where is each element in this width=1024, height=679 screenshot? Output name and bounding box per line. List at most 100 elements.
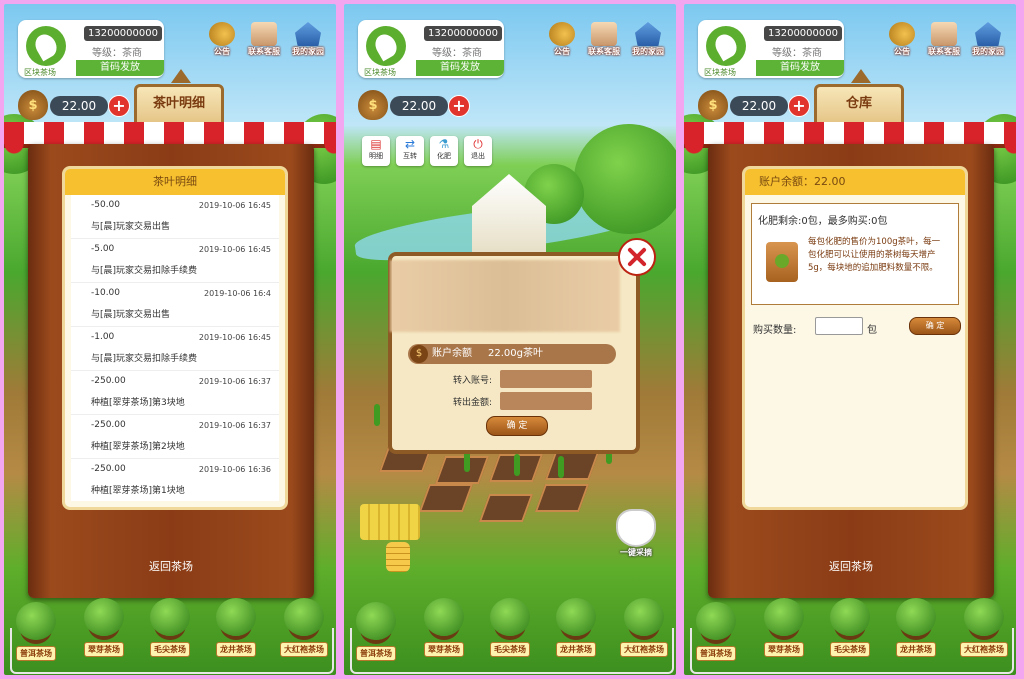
farm-maojian[interactable]: 毛尖茶场 <box>140 598 200 657</box>
tx-desc: 与[晨]玩家交易扣除手续费 <box>91 354 198 364</box>
add-balance-button[interactable]: + <box>448 95 470 117</box>
balance-value: 22.00 <box>730 96 788 116</box>
amount-input[interactable] <box>500 392 592 410</box>
logo-text: 区块茶场 <box>24 68 56 77</box>
tree-icon <box>284 598 324 636</box>
list-item: -250.00 2019-10-06 16:37 种植[翠芽茶场]第3块地 <box>71 371 279 415</box>
farm-plot[interactable] <box>534 484 590 512</box>
fertilizer-bag-icon <box>766 242 798 282</box>
farm-dahongpao[interactable]: 大红袍茶场 <box>954 598 1014 657</box>
notice-button[interactable]: 公告 <box>206 22 238 57</box>
farm-longjing[interactable]: 龙井茶场 <box>546 598 606 657</box>
notice-button[interactable]: 公告 <box>886 22 918 57</box>
house-icon <box>295 22 321 46</box>
close-icon[interactable] <box>618 238 656 276</box>
farm-plot[interactable] <box>544 452 600 480</box>
tx-desc: 与[晨]玩家交易出售 <box>91 222 171 232</box>
first-code-button[interactable]: 首码发放 <box>416 60 504 76</box>
tree-icon <box>696 602 736 640</box>
tx-time: 2019-10-06 16:45 <box>198 333 271 342</box>
first-code-button[interactable]: 首码发放 <box>756 60 844 76</box>
balance-value: 22.00 <box>390 96 448 116</box>
sprout <box>374 404 380 426</box>
farm-cuiya[interactable]: 翠芽茶场 <box>754 598 814 657</box>
user-level: 等级：茶商 <box>772 48 822 59</box>
home-button[interactable]: 我的家园 <box>972 22 1004 57</box>
box-icon <box>251 22 277 46</box>
coin-stack <box>386 542 410 572</box>
home-button[interactable]: 我的家园 <box>292 22 324 57</box>
buy-quantity-label: 购买数量: <box>753 325 797 336</box>
buy-quantity-input[interactable] <box>815 317 863 335</box>
flask-icon: ⚗ <box>438 137 450 151</box>
transaction-list[interactable]: -50.00 2019-10-06 16:45 与[晨]玩家交易出售 -5.00 20… <box>71 195 279 501</box>
transfer-icon: ⇄ <box>404 137 416 151</box>
fertilizer-button[interactable]: ⚗ 化肥 <box>430 136 458 166</box>
tx-amount: -250.00 <box>91 464 126 474</box>
farm-label: 龙井茶场 <box>216 642 256 657</box>
farm-puer[interactable]: 普洱茶场 <box>6 602 66 661</box>
farm-plot[interactable] <box>418 484 474 512</box>
sprout <box>514 454 520 476</box>
farm-cuiya[interactable]: 翠芽茶场 <box>414 598 474 657</box>
farm-label: 大红袍茶场 <box>620 642 668 657</box>
details-button[interactable]: ▤ 明细 <box>362 136 390 166</box>
farm-maojian[interactable]: 毛尖茶场 <box>820 598 880 657</box>
farm-maojian[interactable]: 毛尖茶场 <box>480 598 540 657</box>
tx-amount: -5.00 <box>91 244 115 254</box>
tx-time: 2019-10-06 16:37 <box>198 377 271 386</box>
notice-button[interactable]: 公告 <box>546 22 578 57</box>
first-code-button[interactable]: 首码发放 <box>76 60 164 76</box>
tree-icon <box>556 598 596 636</box>
farm-label: 毛尖茶场 <box>150 642 190 657</box>
house-icon <box>975 22 1001 46</box>
add-balance-button[interactable]: + <box>108 95 130 117</box>
to-account-input[interactable] <box>500 370 592 388</box>
farm-puer[interactable]: 普洱茶场 <box>686 602 746 661</box>
support-button[interactable]: 联系客服 <box>588 22 620 57</box>
farm-label: 龙井茶场 <box>556 642 596 657</box>
farm-plot[interactable] <box>478 494 534 522</box>
tx-time: 2019-10-06 16:45 <box>198 201 271 210</box>
return-farm-button[interactable]: 返回茶场 <box>708 558 994 574</box>
home-button[interactable]: 我的家园 <box>632 22 664 57</box>
home-label: 我的家园 <box>292 47 324 56</box>
farm-cuiya[interactable]: 翠芽茶场 <box>74 598 134 657</box>
farm-label: 毛尖茶场 <box>490 642 530 657</box>
tree-icon <box>764 598 804 636</box>
harvest-button[interactable]: 一键采摘 <box>606 509 666 558</box>
tx-desc: 种植[翠芽茶场]第3块地 <box>91 398 185 408</box>
balance-value: 22.00 <box>50 96 108 116</box>
support-label: 联系客服 <box>248 47 280 56</box>
user-card: 区块茶场 13200000000 等级：茶商 首码发放 <box>18 20 164 78</box>
farm-dahongpao[interactable]: 大红袍茶场 <box>614 598 674 657</box>
farm-bar: 普洱茶场 翠芽茶场 毛尖茶场 龙井茶场 大红袍茶场 <box>344 598 676 675</box>
tx-time: 2019-10-06 16:4 <box>204 289 271 298</box>
fertilizer-box: 化肥剩余:0包，最多购买:0包 每包化肥的售价为100g茶叶，每一包化肥可以让使… <box>751 203 959 305</box>
add-balance-button[interactable]: + <box>788 95 810 117</box>
farm-bar: 普洱茶场 翠芽茶场 毛尖茶场 龙井茶场 大红袍茶场 <box>684 598 1016 675</box>
list-item: -1.00 2019-10-06 16:45 与[晨]玩家交易扣除手续费 <box>71 327 279 371</box>
screen-transfer: 区块茶场 13200000000 等级：茶商 首码发放 公告 联系客服 我的家园… <box>344 4 676 675</box>
farm-plot[interactable] <box>434 456 490 484</box>
support-button[interactable]: 联系客服 <box>248 22 280 57</box>
transfer-button[interactable]: ⇄ 互转 <box>396 136 424 166</box>
phone-number: 13200000000 <box>424 26 502 41</box>
tx-time: 2019-10-06 16:37 <box>198 421 271 430</box>
document-icon: ▤ <box>370 137 382 151</box>
farm-longjing[interactable]: 龙井茶场 <box>886 598 946 657</box>
tool-label: 互转 <box>403 152 417 160</box>
tree-icon <box>624 598 664 636</box>
confirm-button[interactable]: 确 定 <box>486 416 548 436</box>
farm-puer[interactable]: 普洱茶场 <box>346 602 406 661</box>
farm-longjing[interactable]: 龙井茶场 <box>206 598 266 657</box>
money-bag-icon: $ <box>18 90 48 120</box>
farm-label: 普洱茶场 <box>696 646 736 661</box>
farm-dahongpao[interactable]: 大红袍茶场 <box>274 598 334 657</box>
tool-label: 明细 <box>369 152 383 160</box>
list-item: -10.00 2019-10-06 16:4 与[晨]玩家交易出售 <box>71 283 279 327</box>
return-farm-button[interactable]: 返回茶场 <box>28 558 314 574</box>
support-button[interactable]: 联系客服 <box>928 22 960 57</box>
confirm-button[interactable]: 确 定 <box>909 317 961 335</box>
logout-button[interactable]: ⏻ 退出 <box>464 136 492 166</box>
